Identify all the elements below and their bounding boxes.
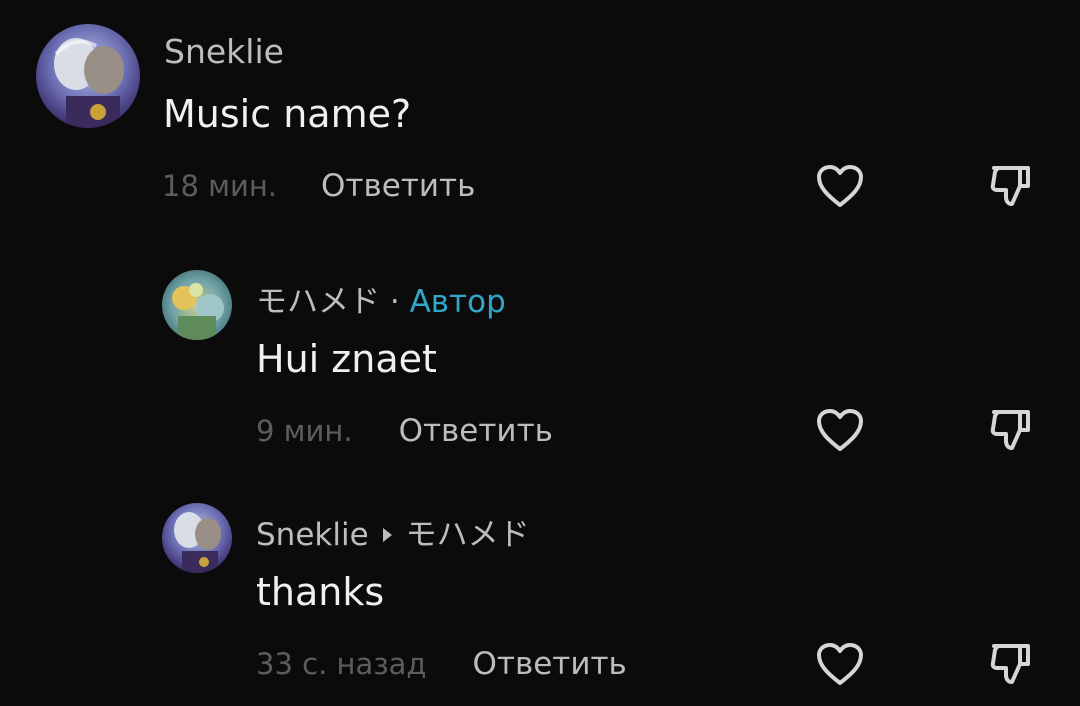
heart-icon xyxy=(817,409,863,451)
reply-button[interactable]: Ответить xyxy=(399,413,553,449)
like-button[interactable] xyxy=(812,158,868,214)
comment-timestamp: 33 с. назад xyxy=(256,647,427,681)
comment-text: Music name? xyxy=(163,92,412,136)
dislike-button[interactable] xyxy=(984,636,1040,692)
thumbs-down-icon xyxy=(990,644,1030,684)
heart-icon xyxy=(817,165,863,207)
author-badge: Автор xyxy=(409,284,506,320)
like-button[interactable] xyxy=(812,636,868,692)
comment-timestamp: 18 мин. xyxy=(162,169,278,203)
avatar[interactable] xyxy=(36,24,140,128)
avatar[interactable] xyxy=(162,503,232,573)
comment-username[interactable]: Sneklie xyxy=(164,32,284,71)
reply-button[interactable]: Ответить xyxy=(472,646,626,682)
comment-meta: 9 мин. Ответить xyxy=(256,413,553,449)
comment-username-line: モハメド · Автор xyxy=(256,276,506,321)
comment-username-line: Sneklie モハメド xyxy=(256,509,530,554)
avatar-image xyxy=(162,503,232,573)
heart-icon xyxy=(817,643,863,685)
avatar-image xyxy=(36,24,140,128)
play-arrow-icon xyxy=(382,527,392,542)
dislike-button[interactable] xyxy=(984,158,1040,214)
comment-text: thanks xyxy=(256,570,385,614)
comment-username[interactable]: モハメド xyxy=(256,284,380,320)
comment-text: Hui znaet xyxy=(256,337,437,381)
thumbs-down-icon xyxy=(990,410,1030,450)
avatar-image xyxy=(162,270,232,340)
comment-timestamp: 9 мин. xyxy=(256,414,353,448)
avatar[interactable] xyxy=(162,270,232,340)
reply-to-username[interactable]: モハメド xyxy=(406,517,530,553)
dislike-button[interactable] xyxy=(984,402,1040,458)
separator-dot: · xyxy=(389,284,400,320)
comment-username[interactable]: Sneklie xyxy=(256,517,369,553)
comment-meta: 18 мин. Ответить xyxy=(162,168,475,204)
comments-page: Sneklie Music name? 18 мин. Ответить モハメ… xyxy=(0,0,1080,706)
reply-button[interactable]: Ответить xyxy=(321,168,475,204)
comment-meta: 33 с. назад Ответить xyxy=(256,646,627,682)
thumbs-down-icon xyxy=(990,166,1030,206)
like-button[interactable] xyxy=(812,402,868,458)
